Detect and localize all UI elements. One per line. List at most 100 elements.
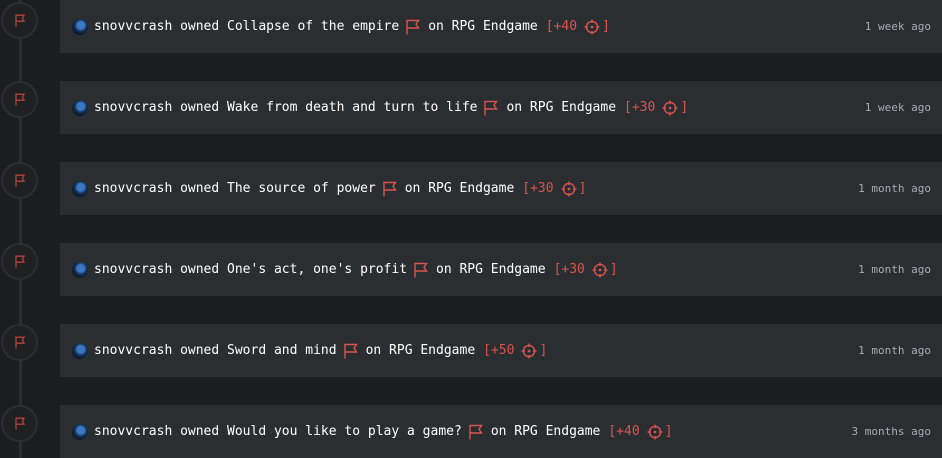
crosshair-icon xyxy=(584,19,600,34)
points-value: [+40 xyxy=(608,424,640,439)
points-badge: [+40 ] xyxy=(608,424,673,440)
points-bracket: ] xyxy=(602,19,610,34)
points-badge: [+30 ] xyxy=(624,100,688,116)
username-link[interactable]: snovvcrash xyxy=(94,181,172,196)
preposition: on xyxy=(404,181,421,196)
flag-icon xyxy=(343,343,358,358)
achievement-link[interactable]: Collapse of the empire xyxy=(227,19,399,34)
avatar-icon[interactable] xyxy=(72,342,88,359)
flag-icon xyxy=(14,417,25,430)
feed-item: snovvcrash owned Collapse of the empire … xyxy=(0,0,942,53)
points-badge: [+30 ] xyxy=(522,181,586,197)
timestamp: 3 months ago xyxy=(851,425,931,438)
preposition: on xyxy=(436,262,452,277)
achievement-link[interactable]: The source of power xyxy=(227,181,376,196)
game-link[interactable]: RPG Endgame xyxy=(428,181,514,196)
flag-icon xyxy=(14,174,25,187)
crosshair-icon xyxy=(561,181,577,196)
game-link[interactable]: RPG Endgame xyxy=(530,100,616,115)
points-badge: [+50 ] xyxy=(483,343,547,359)
username-link[interactable]: snovvcrash xyxy=(94,424,172,439)
game-link[interactable]: RPG Endgame xyxy=(459,262,545,277)
points-bracket: ] xyxy=(539,343,548,358)
username-link[interactable]: snovvcrash xyxy=(94,100,172,115)
points-bracket: ] xyxy=(609,262,618,277)
verb: owned xyxy=(180,100,220,115)
timestamp: 1 week ago xyxy=(864,101,931,114)
username-link[interactable]: snovvcrash xyxy=(94,343,172,358)
timeline-node xyxy=(1,162,38,199)
crosshair-icon xyxy=(647,424,663,439)
points-value: [+50 xyxy=(483,343,515,358)
flag-icon xyxy=(484,100,499,115)
feed-card: snovvcrash owned Sword and mind on RPG E… xyxy=(60,324,942,377)
feed-text: snovvcrash owned Would you like to play … xyxy=(72,405,673,458)
flag-icon xyxy=(14,336,25,349)
timeline-node xyxy=(1,243,38,280)
flag-icon xyxy=(14,255,25,268)
feed-text: snovvcrash owned Wake from death and tur… xyxy=(72,81,688,134)
points-value: [+30 xyxy=(624,100,656,115)
avatar-icon[interactable] xyxy=(72,180,88,197)
flag-icon xyxy=(14,93,25,106)
points-badge: [+30 ] xyxy=(554,262,618,278)
avatar-icon[interactable] xyxy=(72,99,88,116)
points-bracket: ] xyxy=(578,181,587,196)
feed-card: snovvcrash owned Would you like to play … xyxy=(60,405,942,458)
crosshair-icon xyxy=(662,100,678,115)
feed-card: snovvcrash owned One's act, one's profit… xyxy=(60,243,942,296)
verb: owned xyxy=(180,424,220,439)
avatar-icon[interactable] xyxy=(72,423,88,440)
game-link[interactable]: RPG Endgame xyxy=(514,424,600,439)
preposition: on xyxy=(490,424,507,439)
preposition: on xyxy=(428,19,444,34)
points-value: [+40 xyxy=(545,19,578,34)
flag-icon xyxy=(383,181,397,196)
feed-text: snovvcrash owned The source of power on … xyxy=(72,162,586,215)
verb: owned xyxy=(180,19,220,34)
flag-icon xyxy=(406,19,421,34)
verb: owned xyxy=(180,181,220,196)
points-badge: [+40 ] xyxy=(546,19,610,35)
timeline-node xyxy=(1,81,38,118)
feed-item: snovvcrash owned Wake from death and tur… xyxy=(0,81,942,134)
avatar-icon[interactable] xyxy=(72,18,88,35)
timestamp: 1 week ago xyxy=(864,20,931,33)
achievement-link[interactable]: Wake from death and turn to life xyxy=(227,100,477,115)
points-bracket: ] xyxy=(680,100,689,115)
game-link[interactable]: RPG Endgame xyxy=(389,343,475,358)
achievement-link[interactable]: Would you like to play a game? xyxy=(227,424,462,439)
points-value: [+30 xyxy=(522,181,554,196)
timestamp: 1 month ago xyxy=(858,263,931,276)
avatar-icon[interactable] xyxy=(72,261,88,278)
achievement-link[interactable]: Sword and mind xyxy=(227,343,337,358)
flag-icon xyxy=(469,424,483,439)
crosshair-icon xyxy=(592,262,608,277)
feed-item: snovvcrash owned Would you like to play … xyxy=(0,405,942,458)
username-link[interactable]: snovvcrash xyxy=(94,262,172,277)
points-value: [+30 xyxy=(553,262,585,277)
flag-icon xyxy=(14,14,25,27)
feed-card: snovvcrash owned The source of power on … xyxy=(60,162,942,215)
feed-item: snovvcrash owned Sword and mind on RPG E… xyxy=(0,324,942,377)
verb: owned xyxy=(180,262,220,277)
game-link[interactable]: RPG Endgame xyxy=(452,19,538,34)
feed-card: snovvcrash owned Collapse of the empire … xyxy=(60,0,942,53)
feed-text: snovvcrash owned Sword and mind on RPG E… xyxy=(72,324,547,377)
timeline-node xyxy=(1,2,38,39)
verb: owned xyxy=(180,343,220,358)
points-bracket: ] xyxy=(664,424,673,439)
preposition: on xyxy=(365,343,382,358)
achievement-link[interactable]: One's act, one's profit xyxy=(227,262,407,277)
feed-card: snovvcrash owned Wake from death and tur… xyxy=(60,81,942,134)
username-link[interactable]: snovvcrash xyxy=(94,19,172,34)
flag-icon xyxy=(414,262,428,277)
timestamp: 1 month ago xyxy=(858,182,931,195)
preposition: on xyxy=(506,100,523,115)
feed-text: snovvcrash owned Collapse of the empire … xyxy=(72,0,610,53)
feed-text: snovvcrash owned One's act, one's profit… xyxy=(72,243,618,296)
timestamp: 1 month ago xyxy=(858,344,931,357)
crosshair-icon xyxy=(521,343,537,358)
timeline-node xyxy=(1,324,38,361)
activity-feed: snovvcrash owned Collapse of the empire … xyxy=(0,0,942,458)
